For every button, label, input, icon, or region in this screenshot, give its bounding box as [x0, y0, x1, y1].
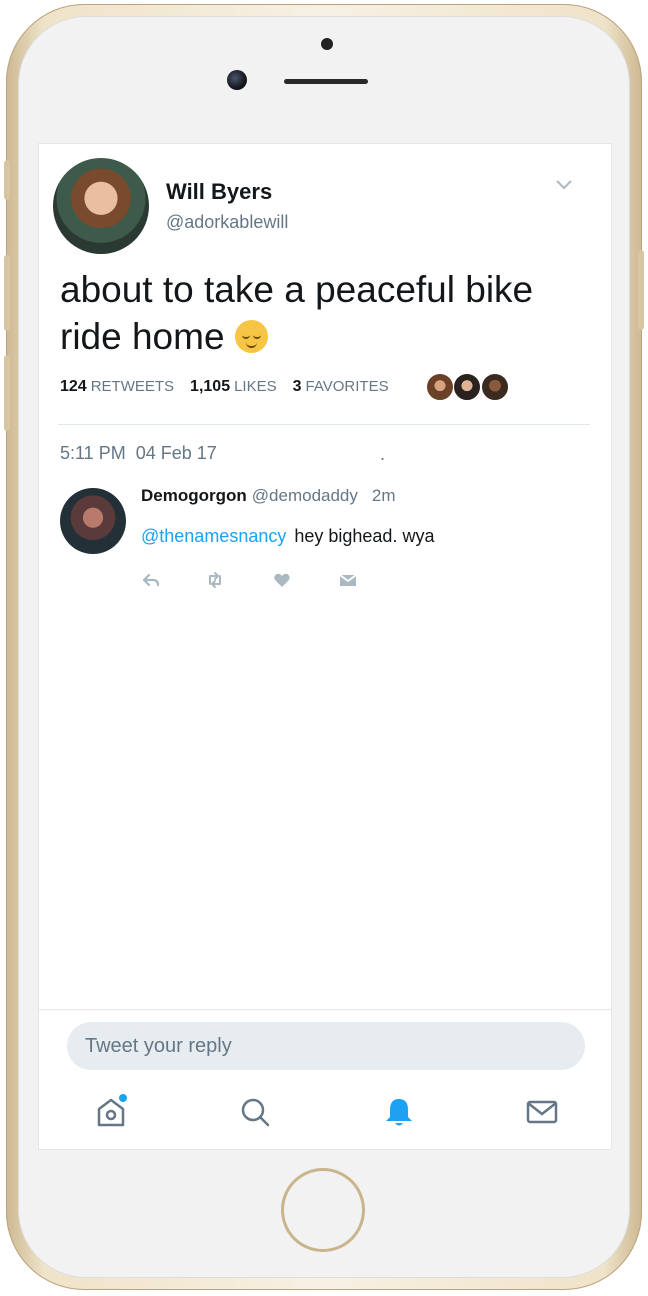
author-avatar[interactable]	[53, 158, 149, 254]
earpiece-speaker	[284, 79, 368, 84]
mail-icon[interactable]	[525, 1095, 559, 1129]
reply-body: hey bighead. wya	[294, 526, 435, 546]
mute-switch	[4, 355, 10, 431]
front-camera	[227, 70, 247, 90]
volume-up-button	[4, 160, 10, 200]
tweet-body: about to take a peaceful bike ride home	[60, 269, 534, 357]
favorite-count[interactable]: 3	[293, 378, 302, 395]
chevron-down-icon[interactable]	[556, 178, 572, 190]
twitter-screen: Will Byers @adorkablewill about to take …	[38, 143, 612, 1150]
reply-placeholder: Tweet your reply	[85, 1035, 232, 1057]
reply-time: 2m	[371, 486, 396, 505]
home-notification-dot	[119, 1094, 127, 1102]
reply-author-handle[interactable]: @demodaddy	[252, 486, 358, 505]
liker-avatar[interactable]	[481, 373, 509, 401]
like-count[interactable]: 1,105	[190, 378, 230, 395]
retweets-label: RETWEETS	[90, 378, 175, 395]
reply-icon[interactable]	[142, 571, 160, 589]
retweet-icon[interactable]	[206, 571, 224, 589]
heart-icon[interactable]	[273, 571, 291, 589]
volume-down-button	[4, 255, 10, 331]
liker-avatar[interactable]	[426, 373, 454, 401]
likes-label: LIKES	[234, 378, 277, 395]
divider	[58, 424, 590, 425]
reply-author-name[interactable]: Demogorgon	[141, 486, 247, 505]
reply-text: @thenamesnancy hey bighead. wya	[141, 526, 434, 547]
dm-icon[interactable]	[339, 571, 357, 589]
tweet-timestamp: 5:11 PM 04 Feb 17	[60, 443, 217, 463]
reply-input[interactable]: Tweet your reply	[67, 1022, 585, 1070]
liker-avatar[interactable]	[453, 373, 481, 401]
composer-divider	[39, 1009, 611, 1010]
author-handle[interactable]: @adorkablewill	[166, 212, 288, 233]
tweet-text: about to take a peaceful bike ride home	[60, 266, 580, 360]
home-button[interactable]	[281, 1168, 365, 1252]
bell-icon[interactable]	[382, 1095, 416, 1129]
reply-avatar[interactable]	[60, 488, 126, 554]
author-name[interactable]: Will Byers	[166, 179, 272, 205]
separator-dot: .	[380, 444, 386, 464]
relieved-face-emoji	[234, 320, 268, 353]
retweet-count[interactable]: 124	[60, 378, 87, 395]
power-button	[638, 250, 644, 330]
search-icon[interactable]	[238, 1095, 272, 1129]
tweet-stats: 124 RETWEETS 1,105 LIKES 3 FAVORITES	[60, 378, 405, 396]
favorites-label: FAVORITES	[305, 378, 389, 395]
reply-header: Demogorgon @demodaddy 2m	[141, 486, 396, 506]
proximity-sensor	[321, 38, 333, 50]
mention-link[interactable]: @thenamesnancy	[141, 526, 286, 546]
